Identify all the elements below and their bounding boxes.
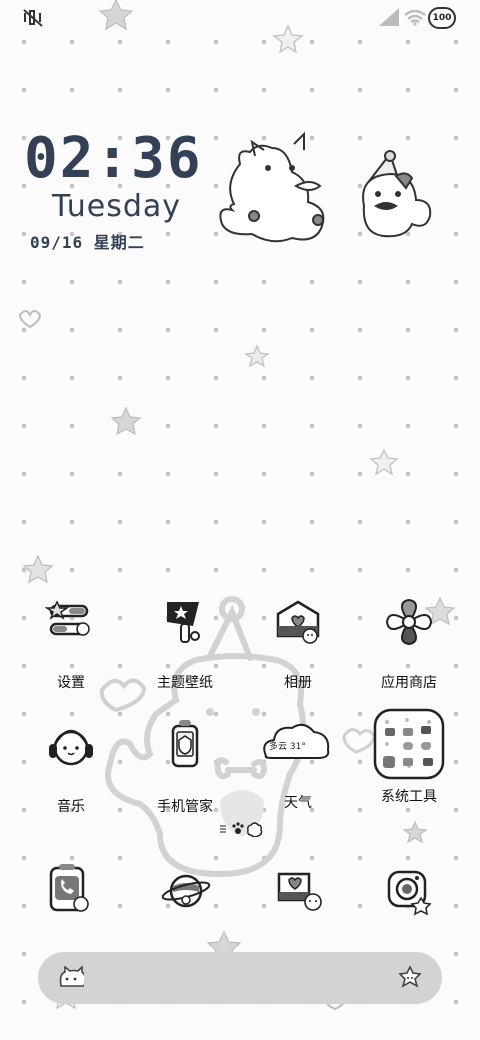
mute-vibrate-icon [23, 9, 43, 27]
gallery-icon [276, 600, 320, 644]
star-icon [22, 554, 54, 584]
app-label: 相册 [284, 675, 312, 691]
phone-manager-icon [171, 720, 199, 768]
app-folder-system-tools[interactable]: 系统工具 [354, 708, 464, 806]
page-indicator-icon[interactable] [218, 821, 264, 837]
theme-wallpaper-icon [167, 602, 200, 643]
cat-face-icon [59, 966, 84, 987]
app-phone-manager[interactable]: 手机管家 [130, 720, 240, 816]
clock-weekday: Tuesday [52, 189, 182, 224]
weather-icon: 多云 31° [263, 720, 330, 772]
search-bar[interactable] [38, 952, 442, 1004]
app-store[interactable]: 应用商店 [354, 596, 464, 692]
app-settings[interactable]: 设置 [16, 596, 126, 692]
app-label: 应用商店 [381, 675, 437, 691]
wifi-icon [404, 10, 426, 26]
browser-icon[interactable] [160, 864, 212, 916]
star-icon [110, 406, 142, 436]
star-icon [402, 820, 428, 844]
weather-text: 多云 31° [269, 742, 306, 752]
settings-icon [44, 600, 90, 636]
signal-icon [379, 8, 399, 26]
clock-time: 02:36 [24, 126, 203, 191]
app-label: 系统工具 [381, 789, 437, 805]
app-store-icon [385, 598, 433, 646]
app-gallery[interactable]: 相册 [243, 596, 353, 692]
dock [0, 864, 480, 920]
cat-with-bow-illustration [219, 131, 325, 243]
app-music[interactable]: 音乐 [16, 720, 126, 816]
system-tools-folder-icon [373, 708, 445, 780]
app-theme-wallpaper[interactable]: 主题壁纸 [130, 596, 240, 692]
star-icon [369, 448, 399, 476]
phone-icon[interactable] [45, 864, 97, 916]
status-bar: 100 [0, 0, 480, 36]
messages-icon[interactable] [275, 864, 327, 916]
camera-icon[interactable] [385, 864, 437, 916]
app-weather[interactable]: 多云 31° 天气 [243, 720, 353, 812]
music-icon [49, 729, 93, 766]
flower-icon[interactable] [396, 964, 424, 992]
app-label: 天气 [284, 795, 312, 811]
app-label: 手机管家 [157, 799, 213, 815]
heart-icon [18, 310, 42, 329]
clock-date: 09/16 星期二 [30, 233, 145, 252]
app-label: 设置 [57, 675, 85, 691]
app-label: 音乐 [57, 799, 85, 815]
star-icon [244, 344, 270, 368]
app-label: 主题壁纸 [157, 675, 213, 691]
cat-with-party-hat-illustration [362, 150, 432, 238]
battery-indicator: 100 [428, 7, 456, 29]
